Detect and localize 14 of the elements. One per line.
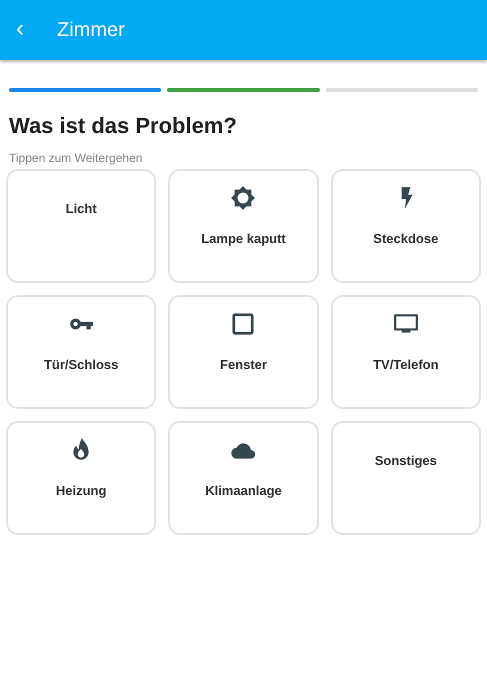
category-tile[interactable]: Tür/Schloss bbox=[6, 295, 156, 409]
square-icon bbox=[230, 311, 256, 337]
category-tile[interactable]: Fenster bbox=[168, 295, 319, 409]
category-tile[interactable]: Klimaanlage bbox=[168, 421, 319, 535]
heading: Was ist das Problem? bbox=[8, 112, 238, 140]
category-tile[interactable]: Licht bbox=[6, 169, 156, 283]
category-tile[interactable]: Sonstiges bbox=[330, 421, 481, 535]
category-tile[interactable]: Steckdose bbox=[330, 169, 481, 283]
category-tile[interactable]: TV/Telefon bbox=[330, 295, 481, 409]
hint-text: Tippen zum Weitergehen bbox=[8, 151, 144, 165]
app-title: Zimmer bbox=[57, 18, 125, 43]
sun-icon bbox=[230, 185, 256, 211]
category-tile[interactable]: Lampe kaputt bbox=[168, 169, 319, 283]
category-tile[interactable]: Heizung bbox=[6, 421, 156, 535]
